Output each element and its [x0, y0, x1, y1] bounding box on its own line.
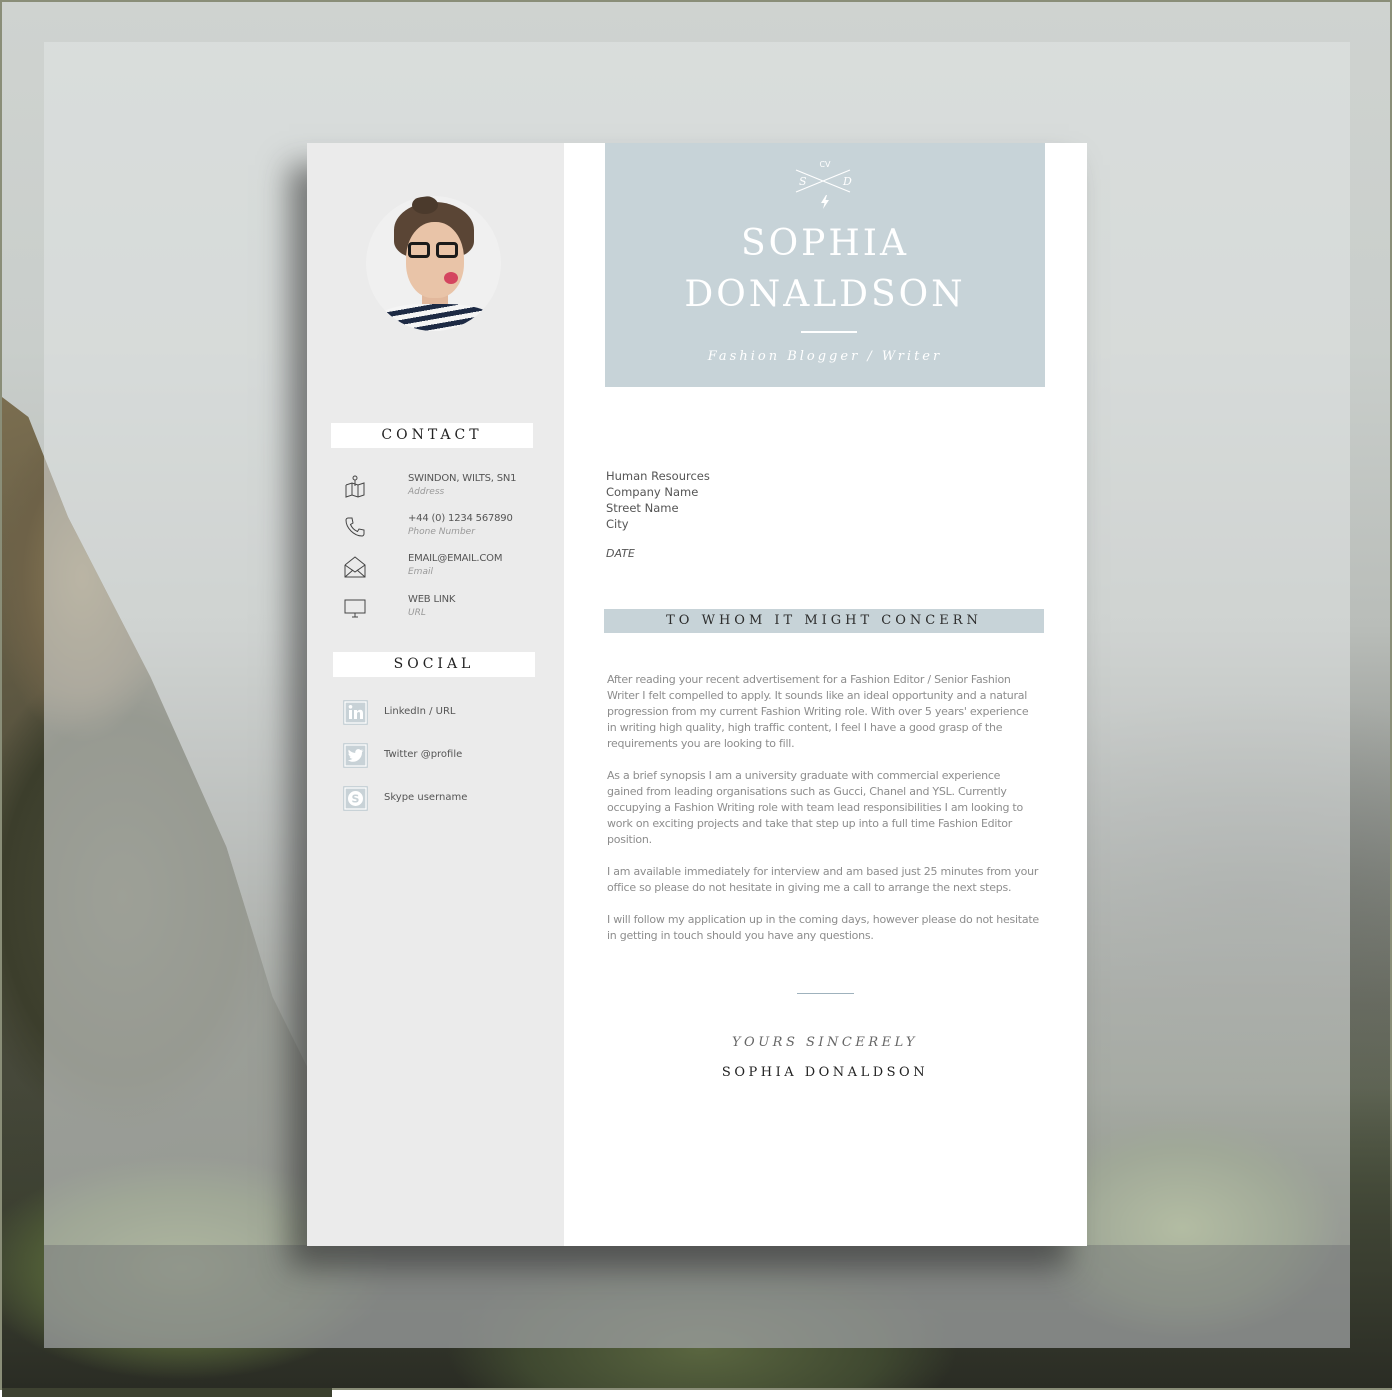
recipient-address: Human Resources Company Name Street Name…	[606, 468, 710, 562]
body-paragraph: I will follow my application up in the c…	[607, 913, 1039, 942]
header-divider	[801, 331, 857, 333]
avatar	[366, 196, 501, 331]
contact-web-label: URL	[408, 608, 426, 618]
social-skype-text: Skype username	[384, 792, 468, 803]
contact-web: WEB LINK URL	[337, 594, 547, 630]
contact-email-value: EMAIL@EMAIL.COM	[408, 553, 503, 564]
linkedin-icon	[343, 700, 368, 725]
monogram-logo-icon: CV S D	[795, 160, 852, 209]
signature-name: SOPHIA DONALDSON	[721, 1065, 929, 1080]
monitor-icon	[344, 599, 366, 618]
closing: YOURS SINCERELY	[731, 1035, 919, 1050]
first-name: SOPHIA	[740, 223, 909, 264]
contact-address: SWINDON, WILTS, SN1 Address	[337, 473, 547, 509]
social-linkedin[interactable]: LinkedIn / URL	[343, 700, 543, 728]
social-heading: SOCIAL	[333, 652, 535, 677]
contact-phone: +44 (0) 1234 567890 Phone Number	[337, 513, 547, 549]
salutation-banner: TO WHOM IT MIGHT CONCERN	[604, 609, 1044, 633]
signature-divider	[797, 993, 854, 994]
sidebar: CONTACT SWINDON, WILTS, SN1 Address +44 …	[307, 143, 564, 1246]
letter-body: After reading your recent advertisement …	[607, 672, 1039, 960]
envelope-icon	[344, 556, 366, 578]
recipient-line: Human Resources	[606, 469, 710, 483]
svg-text:CV: CV	[819, 160, 831, 169]
frame-shadow-band	[44, 1245, 1350, 1348]
contact-phone-label: Phone Number	[408, 527, 475, 537]
job-title: Fashion Blogger / Writer	[707, 349, 943, 364]
svg-text:S: S	[799, 175, 807, 188]
contact-web-value: WEB LINK	[408, 594, 456, 605]
svg-text:D: D	[842, 175, 852, 188]
body-paragraph: I am available immediately for interview…	[607, 865, 1039, 894]
recipient-line: City	[606, 517, 629, 531]
map-icon	[345, 475, 365, 498]
social-twitter[interactable]: Twitter @profile	[343, 743, 543, 771]
contact-email-label: Email	[408, 567, 433, 577]
recipient-line: Street Name	[606, 501, 679, 515]
letter-date: DATE	[606, 547, 635, 560]
name-header: CV S D SOPHIA DONALDSON Fashion Blogger …	[605, 143, 1045, 387]
cover-letter-document: CONTACT SWINDON, WILTS, SN1 Address +44 …	[307, 143, 1087, 1246]
skype-icon: S	[343, 786, 368, 811]
contact-address-value: SWINDON, WILTS, SN1	[408, 473, 517, 484]
contact-email: EMAIL@EMAIL.COM Email	[337, 553, 547, 589]
phone-icon	[345, 517, 365, 537]
contact-address-label: Address	[408, 487, 445, 497]
contact-phone-value: +44 (0) 1234 567890	[408, 513, 513, 524]
recipient-line: Company Name	[606, 485, 699, 499]
body-paragraph: As a brief synopsis I am a university gr…	[607, 769, 1023, 846]
contact-heading: CONTACT	[331, 423, 533, 448]
social-linkedin-text: LinkedIn / URL	[384, 706, 456, 717]
social-twitter-text: Twitter @profile	[384, 749, 463, 760]
svg-text:S: S	[352, 793, 360, 806]
body-paragraph: After reading your recent advertisement …	[607, 673, 1029, 750]
last-name: DONALDSON	[684, 274, 966, 315]
social-skype[interactable]: S Skype username	[343, 786, 543, 814]
twitter-icon	[343, 743, 368, 768]
